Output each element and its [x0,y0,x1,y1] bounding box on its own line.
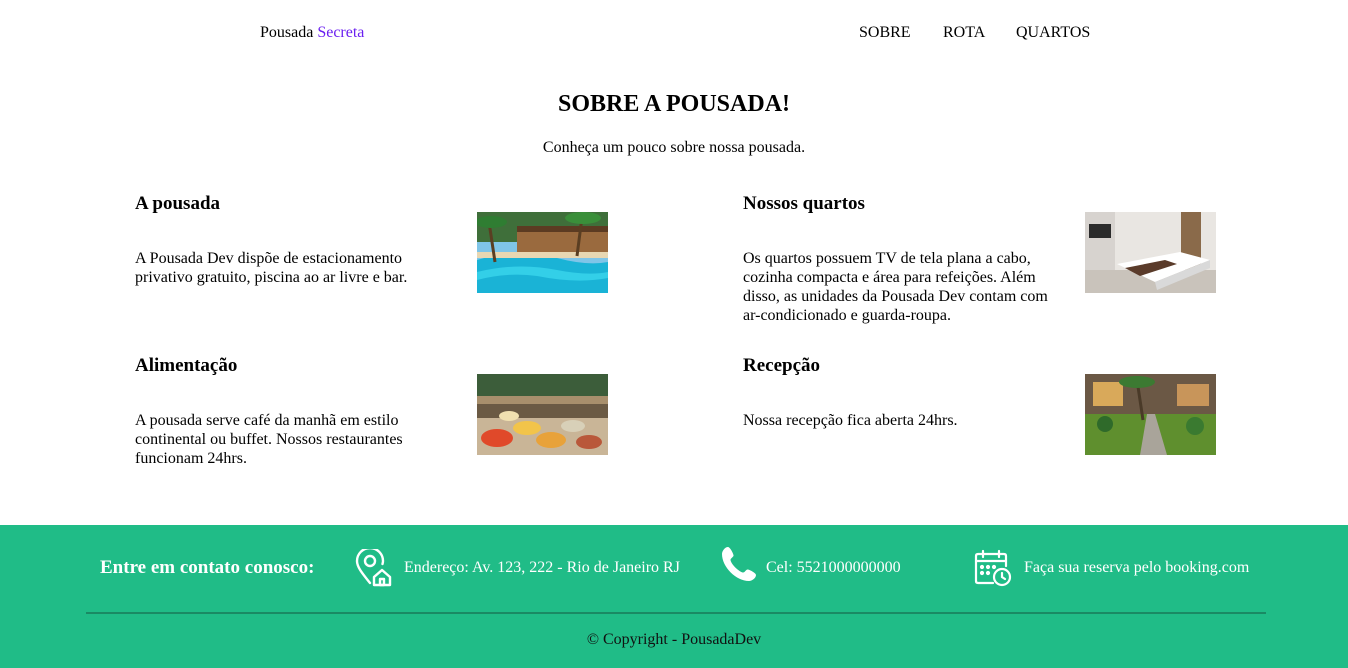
buffet-photo [477,374,608,455]
calendar-clock-icon [974,549,1012,592]
nav-link-rota[interactable]: ROTA [943,23,985,43]
address-text: Endereço: Av. 123, 222 - Rio de Janeiro … [404,559,680,576]
brand-main: Pousada [260,24,314,41]
section-title: SOBRE A POUSADA! [557,91,791,117]
card-title: Nossos quartos [743,193,865,214]
nav-link-quartos[interactable]: QUARTOS [1016,23,1090,43]
garden-photo [1085,374,1216,455]
card-title: Recepção [743,355,821,376]
card-text: Os quartos possuem TV de tela plana a ca… [743,250,1048,324]
pool-photo [477,212,608,293]
card-title: Alimentação [135,355,238,376]
section-subtitle: Conheça um pouco sobre nossa pousada. [542,139,806,156]
site-footer: Entre em contato conosco: Endereço: Av. … [0,525,1348,668]
booking-text[interactable]: Faça sua reserva pelo booking.com [1024,558,1249,578]
brand-accent: Secreta [317,24,365,41]
contact-heading: Entre em contato conosco: [100,557,315,578]
phone-icon[interactable] [720,545,758,588]
brand-logo[interactable]: Pousada Secreta [260,23,364,43]
card-title: A pousada [135,193,221,214]
copyright-text: © Copyright - PousadaDev [586,631,762,648]
site-header: Pousada Secreta SOBRE ROTA QUARTOS [0,0,1348,66]
card-text: A pousada serve café da manhã em estilo … [135,412,403,467]
location-home-icon [354,546,392,592]
nav-link-sobre[interactable]: SOBRE [859,23,911,43]
bedroom-photo [1085,212,1216,293]
card-text: A Pousada Dev dispõe de estacionamento p… [135,250,408,286]
footer-divider [86,612,1266,614]
phone-text[interactable]: Cel: 5521000000000 [766,558,901,578]
card-text: Nossa recepção fica aberta 24hrs. [743,412,958,429]
